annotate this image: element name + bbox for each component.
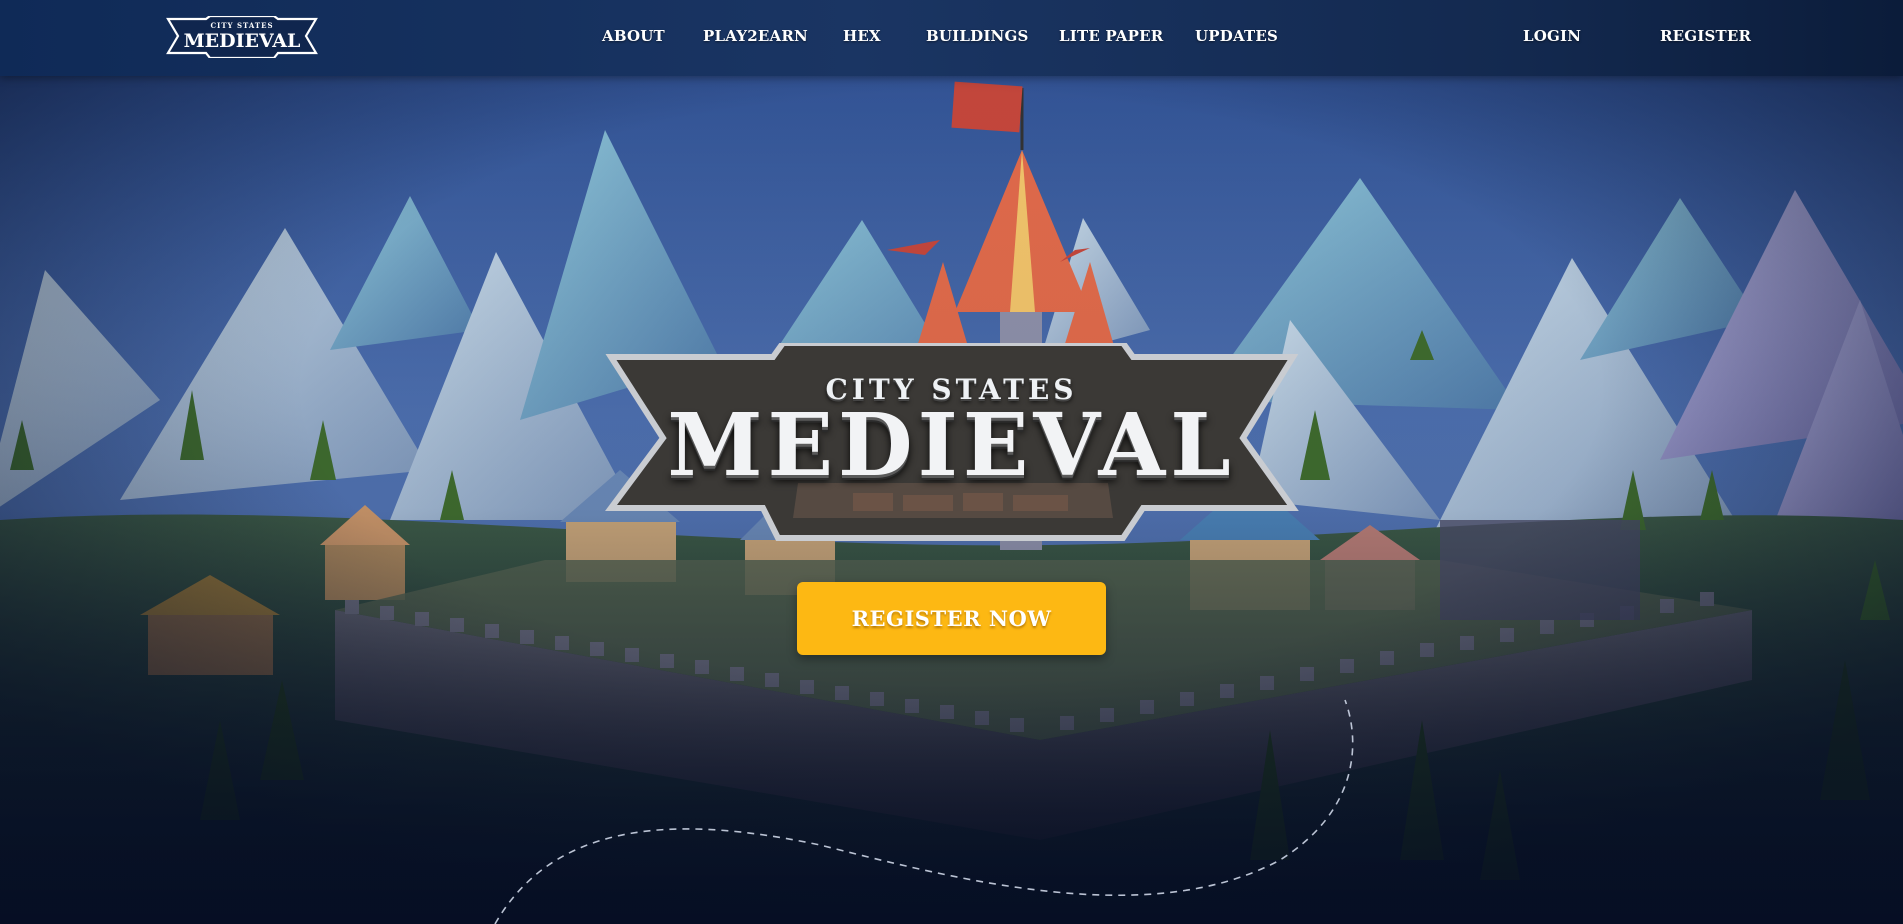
nav-logo[interactable]: CITY STATES MEDIEVAL [166,16,318,58]
hero-logo: CITY STATES MEDIEVAL [603,343,1300,543]
nav-link-buildings[interactable]: BUILDINGS [926,27,1029,45]
nav-link-hex[interactable]: HEX [843,27,881,45]
logo-icon: CITY STATES MEDIEVAL [166,16,318,58]
hero-section: CITY STATES MEDIEVAL REGISTER NOW [0,0,1903,924]
register-link[interactable]: REGISTER [1660,27,1751,45]
hero-logo-title: MEDIEVAL [667,395,1236,496]
register-now-button[interactable]: REGISTER NOW [797,582,1106,655]
nav-link-updates[interactable]: UPDATES [1195,27,1278,45]
nav-logo-subtitle: CITY STATES [210,21,273,30]
nav-link-lite-paper[interactable]: LITE PAPER [1059,27,1163,45]
nav-link-about[interactable]: ABOUT [602,27,665,45]
nav-link-play2earn[interactable]: PLAY2EARN [703,27,808,45]
login-link[interactable]: LOGIN [1523,27,1581,45]
nav-logo-title: MEDIEVAL [184,30,301,52]
top-navbar: CITY STATES MEDIEVAL ABOUT PLAY2EARN HEX… [0,0,1903,76]
